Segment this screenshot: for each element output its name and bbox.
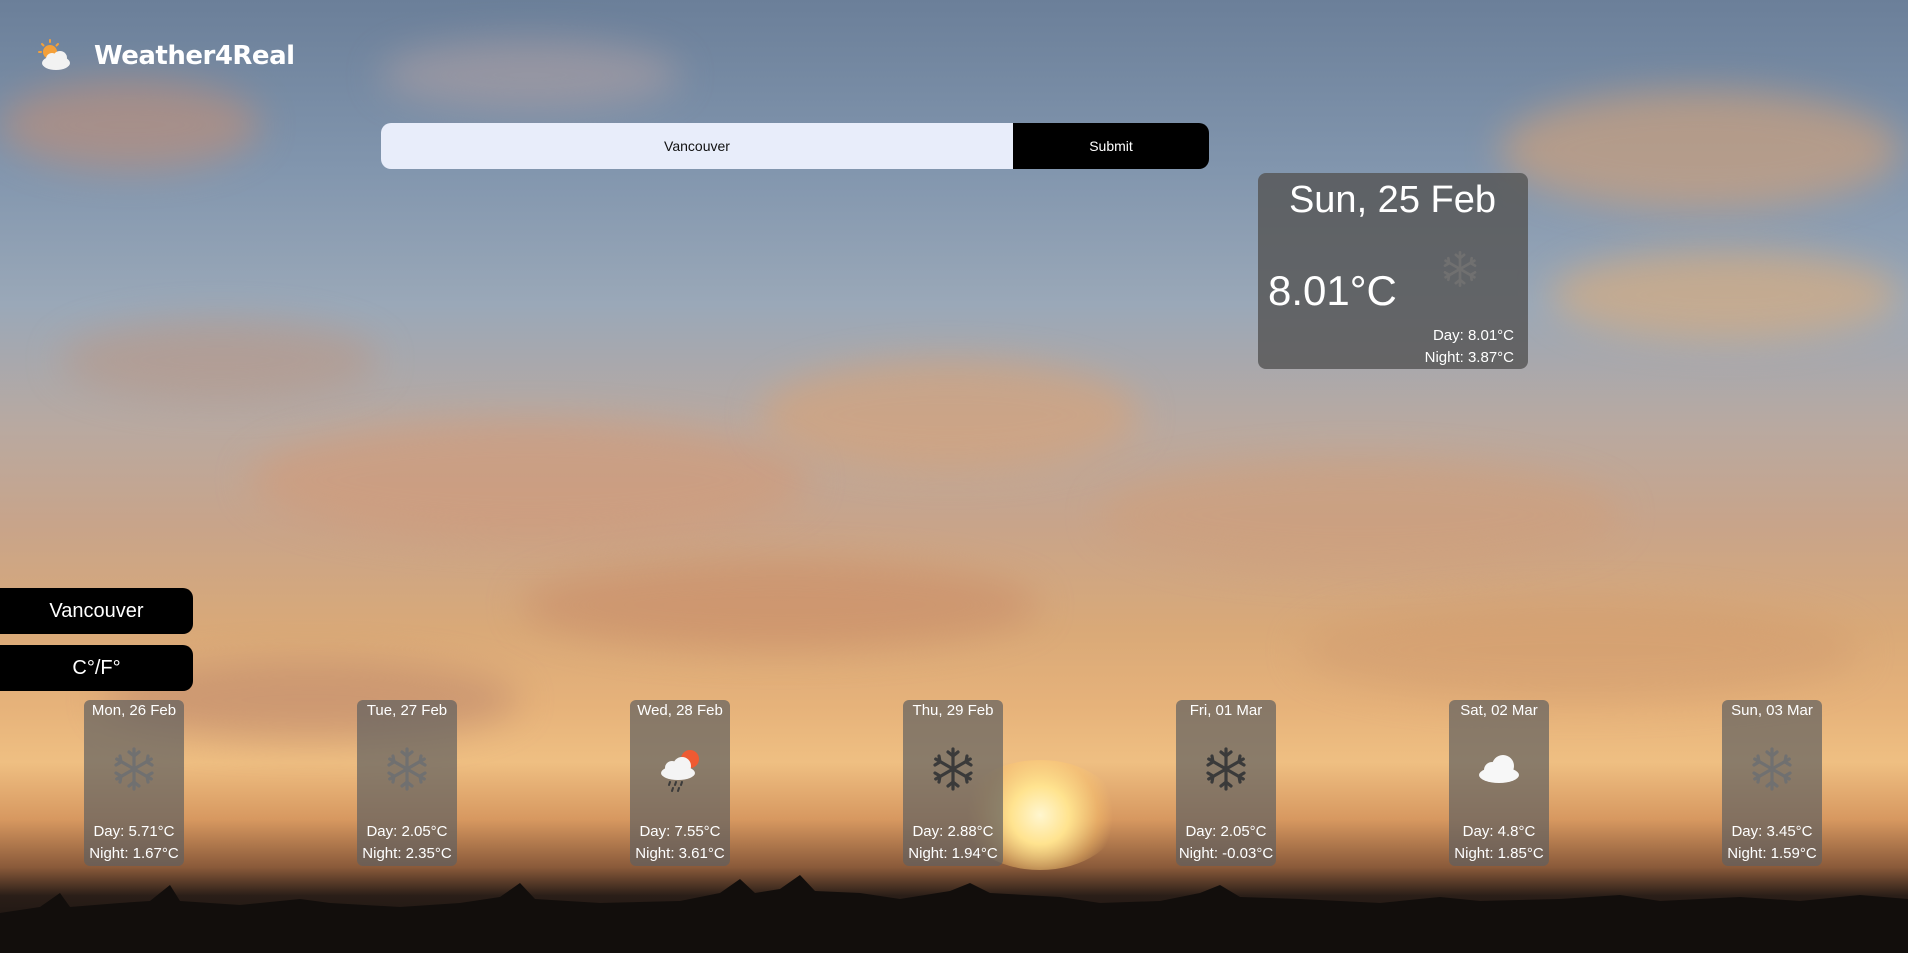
forecast-card: Mon, 26 Feb Day: 5.71°C Night: 1.67°C [84, 700, 184, 866]
snowflake-icon [114, 747, 154, 791]
forecast-night-temp: Night: 3.61°C [635, 845, 725, 862]
forecast-day-temp: Day: 5.71°C [93, 823, 175, 840]
forecast-date: Sat, 02 Mar [1460, 702, 1538, 719]
forecast-date: Wed, 28 Feb [637, 702, 723, 719]
forecast-night-temp: Night: 1.59°C [1727, 845, 1817, 862]
snowflake-icon [1752, 747, 1792, 791]
snowflake-icon [1206, 747, 1246, 791]
current-day-temp: Day: 8.01°C [1432, 327, 1514, 344]
forecast-day-temp: Day: 2.88°C [912, 823, 994, 840]
treeline-silhouette [0, 875, 1908, 953]
forecast-date: Thu, 29 Feb [912, 702, 994, 719]
forecast-card: Thu, 29 Feb Day: 2.88°C Night: 1.94°C [903, 700, 1003, 866]
forecast-night-temp: Night: 1.94°C [908, 845, 998, 862]
forecast-night-temp: Night: -0.03°C [1178, 845, 1274, 862]
forecast-day-temp: Day: 3.45°C [1731, 823, 1813, 840]
forecast-day-temp: Day: 2.05°C [1185, 823, 1267, 840]
forecast-date: Tue, 27 Feb [366, 702, 448, 719]
snowflake-icon [387, 747, 427, 791]
current-temperature: 8.01°C [1268, 267, 1397, 314]
forecast-date: Fri, 01 Mar [1189, 702, 1263, 719]
forecast-day-temp: Day: 2.05°C [366, 823, 448, 840]
search-bar: Submit [381, 123, 1209, 169]
snowflake-icon [933, 747, 973, 791]
app-title: Weather4Real [94, 41, 295, 71]
city-button[interactable]: Vancouver [0, 588, 193, 634]
current-weather-card: Sun, 25 Feb 8.01°C Day: 8.01°C Night: 3.… [1258, 173, 1528, 369]
forecast-night-temp: Night: 1.85°C [1454, 845, 1544, 862]
current-date: Sun, 25 Feb [1288, 179, 1496, 221]
forecast-date: Mon, 26 Feb [91, 702, 177, 719]
forecast-card: Sun, 03 Mar Day: 3.45°C Night: 1.59°C [1722, 700, 1822, 866]
current-night-temp: Night: 3.87°C [1424, 349, 1514, 366]
submit-button[interactable]: Submit [1013, 123, 1209, 169]
app-brand[interactable]: Weather4Real [34, 38, 295, 74]
forecast-night-temp: Night: 2.35°C [362, 845, 452, 862]
unit-toggle-button[interactable]: C°/F° [0, 645, 193, 691]
forecast-card: Wed, 28 Feb Day: 7.55°C Night: 3.61°C [630, 700, 730, 866]
sun-behind-cloud-icon [38, 39, 70, 70]
forecast-card: Fri, 01 Mar Day: 2.05°C Night: -0.03°C [1176, 700, 1276, 866]
forecast-day-temp: Day: 7.55°C [639, 823, 721, 840]
forecast-date: Sun, 03 Mar [1731, 702, 1813, 719]
forecast-card: Tue, 27 Feb Day: 2.05°C Night: 2.35°C [357, 700, 457, 866]
snowflake-icon [1443, 251, 1477, 287]
cloud-icon [1479, 755, 1519, 783]
rain-cloud-sun-icon [661, 750, 699, 792]
forecast-night-temp: Night: 1.67°C [89, 845, 179, 862]
forecast-card: Sat, 02 Mar Day: 4.8°C Night: 1.85°C [1449, 700, 1549, 866]
city-search-input[interactable] [381, 123, 1013, 169]
forecast-day-temp: Day: 4.8°C [1462, 823, 1536, 840]
